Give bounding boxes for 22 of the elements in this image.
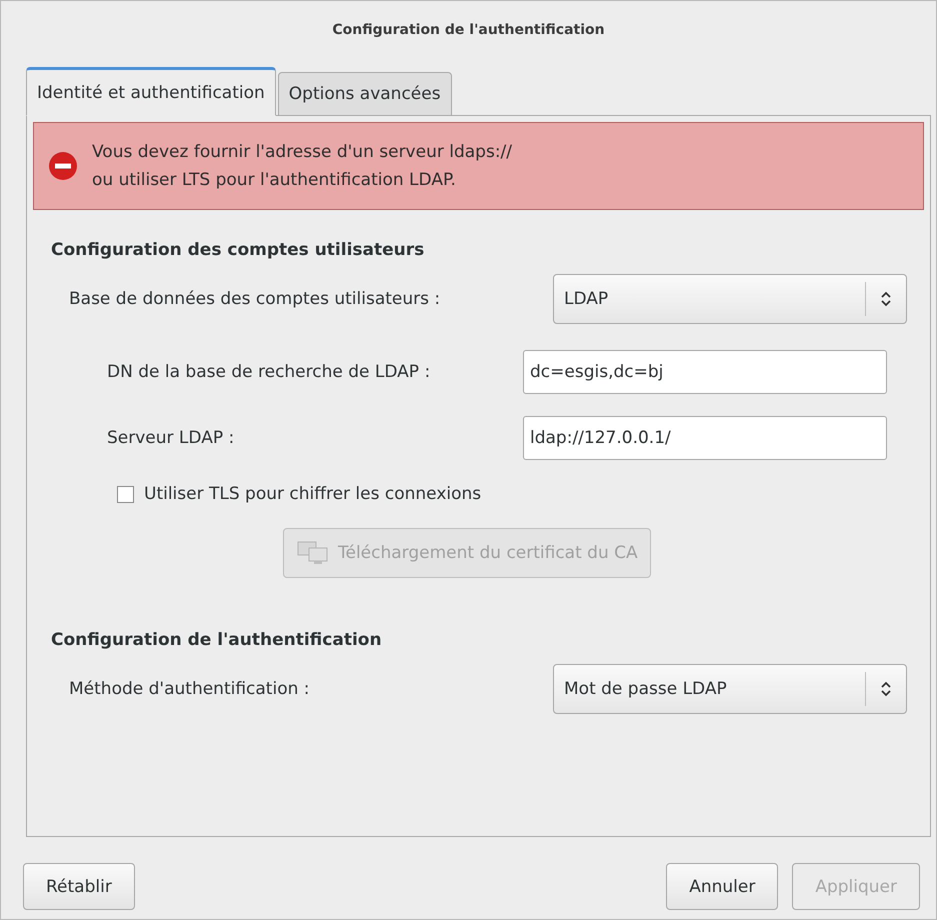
dropdown[interactable]: Mot de passe LDAP [553, 664, 907, 714]
tab[interactable]: Options avancées [278, 72, 452, 116]
section-heading: Configuration des comptes utilisateurs [51, 240, 426, 260]
dropdown[interactable]: LDAP [553, 274, 907, 324]
text-field[interactable]: ldap://127.0.0.1/ [523, 416, 887, 460]
field-label: Méthode d'authentification : [69, 679, 311, 699]
field-label: DN de la base de recherche de LDAP : [107, 362, 432, 382]
text-field[interactable]: dc=esgis,dc=bj [523, 350, 887, 394]
section-heading: Configuration de l'authentification [51, 630, 383, 650]
window-title: Configuration de l'authentification [331, 21, 606, 40]
dialog-button[interactable]: Annuler [666, 863, 778, 910]
dialog-button[interactable]: Rétablir [23, 863, 135, 910]
field-label: Serveur LDAP : [107, 428, 236, 448]
error-message: Vous devez fournir l'adresse d'un serveur ldaps:// [92, 142, 512, 162]
computer-icon [296, 540, 330, 566]
up-down-icon [880, 680, 892, 698]
error-message: ou utiliser LTS pour l'authentification LDAP. [92, 170, 457, 190]
error-icon [48, 151, 78, 181]
field-label: Base de données des comptes utilisateurs : [69, 289, 442, 309]
up-down-icon [880, 290, 892, 308]
checkbox[interactable]: Utiliser TLS pour chiffrer les connexions [117, 484, 482, 504]
tab[interactable]: Identité et authentification [26, 67, 276, 116]
